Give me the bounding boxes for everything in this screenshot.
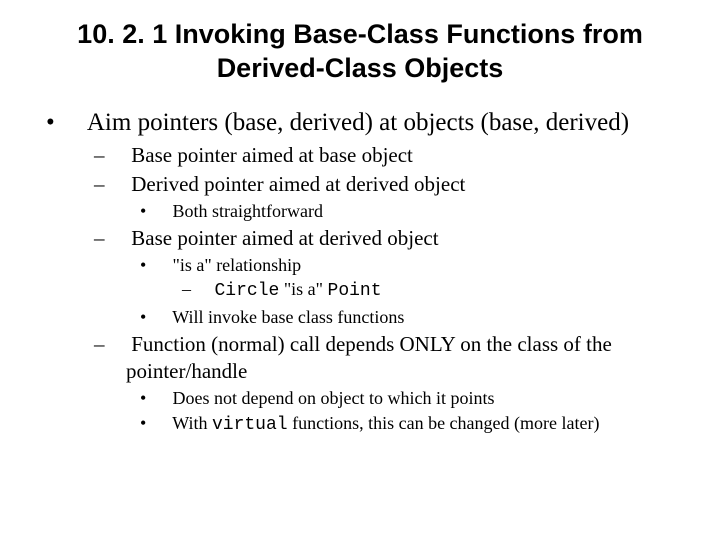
bullet-text: Base pointer aimed at base object [131,143,413,167]
bullet-text: Derived pointer aimed at derived object [131,172,465,196]
bullet-text: Function (normal) call depends ONLY on t… [126,332,612,383]
bullet-text: With [172,413,212,433]
code-text: Circle [215,281,280,301]
bullet-l1: Aim pointers (base, derived) at objects … [64,108,680,438]
bullet-text: Will invoke base class functions [172,307,404,327]
bullet-text: "is a" relationship [173,255,302,275]
bullet-text: Both straightforward [173,201,323,221]
bullet-list: Base pointer aimed at base object Derive… [82,142,680,438]
bullet-l4: Circle "is a" Point [196,278,680,303]
bullet-l3: With virtual functions, this can be chan… [154,412,680,437]
bullet-list: "is a" relationship Circle "is a" Point … [126,254,680,329]
bullet-l3: Both straightforward [154,200,680,223]
bullet-l2: Base pointer aimed at base object [110,142,680,169]
bullet-l2: Base pointer aimed at derived object "is… [110,225,680,329]
code-text: Point [328,281,382,301]
code-text: virtual [212,415,288,435]
bullet-l2: Function (normal) call depends ONLY on t… [110,331,680,438]
bullet-list: Aim pointers (base, derived) at objects … [40,108,680,438]
bullet-text: "is a" [279,279,327,299]
bullet-text: functions, this can be changed (more lat… [288,413,600,433]
bullet-text: Does not depend on object to which it po… [173,388,495,408]
bullet-list: Does not depend on object to which it po… [126,387,680,438]
bullet-text: Aim pointers (base, derived) at objects … [87,109,629,136]
bullet-l3: "is a" relationship Circle "is a" Point [154,254,680,304]
bullet-list: Both straightforward [126,200,680,223]
bullet-l3: Does not depend on object to which it po… [154,387,680,410]
bullet-text: Base pointer aimed at derived object [131,226,438,250]
slide-title: 10. 2. 1 Invoking Base-Class Functions f… [40,18,680,86]
bullet-l2: Derived pointer aimed at derived object … [110,171,680,223]
bullet-l3: Will invoke base class functions [154,306,680,329]
bullet-list: Circle "is a" Point [168,278,680,303]
slide: 10. 2. 1 Invoking Base-Class Functions f… [0,0,720,540]
